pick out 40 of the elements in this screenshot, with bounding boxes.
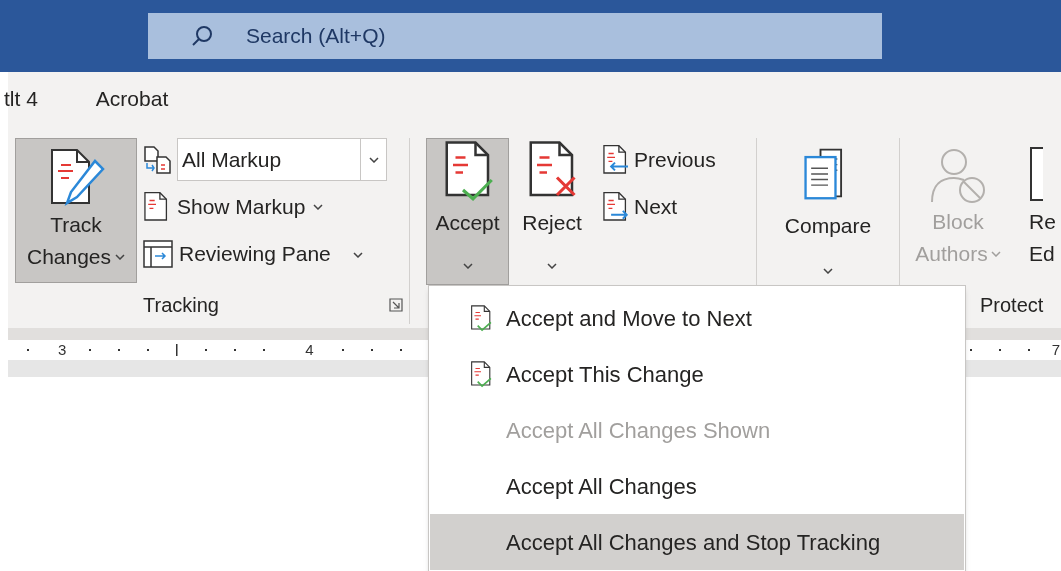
menu-item[interactable]: Accept All Changes <box>430 458 964 514</box>
chevron-icon <box>352 252 363 259</box>
previous-button[interactable]: Previous <box>602 138 716 181</box>
ruler-number: 4 <box>305 339 314 360</box>
document-icon <box>143 190 169 223</box>
restrict-editing-button[interactable]: Re Ed <box>1029 138 1056 270</box>
menu-item[interactable]: Accept This Change <box>430 346 964 402</box>
compare-button[interactable]: Compare <box>784 138 872 285</box>
group-label: Tracking <box>143 292 219 318</box>
menu-item[interactable]: Accept and Move to Next <box>430 290 964 346</box>
document-check-icon <box>470 360 492 388</box>
menu-item[interactable]: Accept All Changes and Stop Tracking <box>430 514 964 570</box>
accept-button[interactable]: Accept <box>426 138 509 285</box>
chevron-icon <box>462 262 473 269</box>
document-right-arrow-icon <box>602 190 628 223</box>
track-changes-button[interactable]: Track Changes <box>15 138 137 283</box>
ribbon-tab[interactable]: Acrobat <box>95 82 169 115</box>
document-left-arrow-icon <box>602 143 628 176</box>
ruler-number: 3 <box>58 339 67 360</box>
ruler-number: 7 <box>1051 339 1061 360</box>
reviewing-pane-button[interactable]: Reviewing Pane <box>143 232 387 275</box>
search-field[interactable]: Search (Alt+Q) <box>148 13 882 59</box>
chevron-icon <box>313 203 324 210</box>
next-button[interactable]: Next <box>602 185 716 228</box>
documents-arrow-icon <box>143 144 173 175</box>
group-label: Protect <box>980 292 1044 318</box>
ruler-ticks <box>27 349 29 351</box>
reject-button[interactable]: Reject <box>512 138 592 285</box>
document-check-icon <box>470 304 492 332</box>
chevron-icon <box>115 254 126 260</box>
dialog-launcher-icon[interactable] <box>389 297 403 312</box>
markup-dropdown[interactable]: All Markup <box>177 138 387 181</box>
ribbon-tab[interactable]: tlt 4 <box>4 82 38 115</box>
chevron-icon <box>990 251 1001 257</box>
pane-icon <box>143 239 173 268</box>
chevron-icon <box>547 262 557 269</box>
search-icon <box>190 24 214 48</box>
chevron-icon <box>368 156 379 163</box>
chevron-icon <box>823 267 833 274</box>
show-markup-button[interactable]: Show Markup <box>143 185 387 228</box>
